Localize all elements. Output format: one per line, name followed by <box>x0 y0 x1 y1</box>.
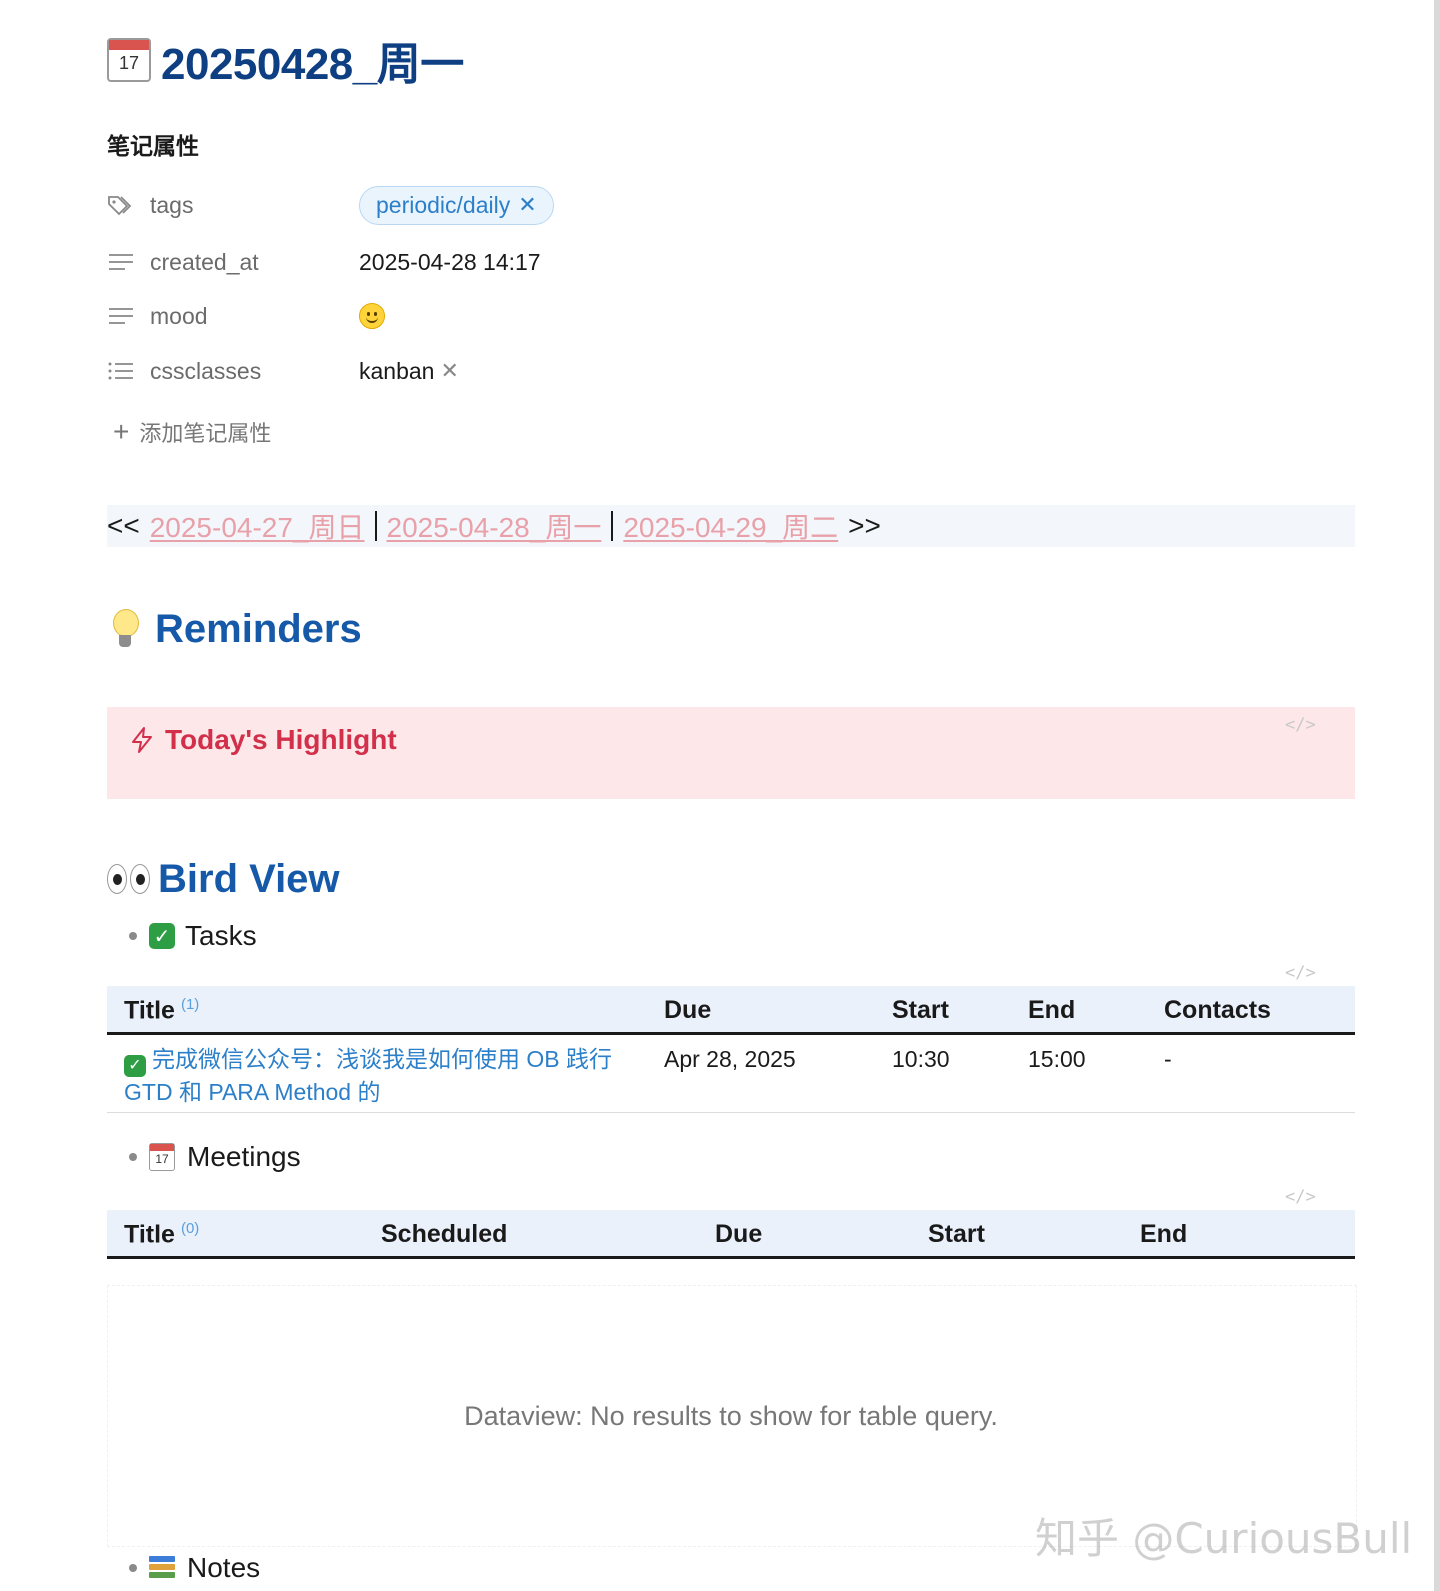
books-icon <box>149 1556 175 1580</box>
bullet-dot <box>129 932 137 940</box>
title-row: 17 20250428_周一 <box>107 30 464 90</box>
calendar-icon: 17 <box>149 1143 175 1171</box>
current-day-link[interactable]: 2025-04-28_周一 <box>387 506 602 546</box>
bullet-dot <box>129 1564 137 1572</box>
properties-heading[interactable]: 笔记属性 <box>107 127 199 161</box>
task-due: Apr 28, 2025 <box>664 1046 796 1072</box>
light-bulb-icon <box>107 607 143 651</box>
column-header-start[interactable]: Start <box>892 996 949 1025</box>
smiling-face-icon <box>359 303 385 329</box>
remove-tag-icon[interactable]: ✕ <box>518 192 536 218</box>
watermark: 知乎 @CuriousBull <box>1035 1514 1413 1563</box>
check-mark-icon: ✓ <box>149 923 175 949</box>
table-header: Title (0) Scheduled Due Start End <box>107 1210 1355 1259</box>
property-value[interactable]: kanban ✕ <box>359 358 459 385</box>
column-header-due[interactable]: Due <box>715 1220 762 1249</box>
meetings-list-item[interactable]: 17 Meetings <box>129 1141 301 1173</box>
text-lines-icon <box>107 305 135 327</box>
column-header-end[interactable]: End <box>1028 996 1075 1025</box>
tag-pill[interactable]: periodic/daily ✕ <box>359 185 554 225</box>
note-content: 17 20250428_周一 笔记属性 tags periodic/daily … <box>107 0 1357 1591</box>
task-contacts: - <box>1164 1046 1172 1072</box>
column-header-scheduled[interactable]: Scheduled <box>381 1220 507 1249</box>
bird-view-heading-row: Bird View <box>107 854 340 904</box>
task-start: 10:30 <box>892 1046 950 1072</box>
result-count: (1) <box>180 996 200 1013</box>
notes-list-item[interactable]: Notes <box>129 1552 260 1584</box>
property-key[interactable]: created_at <box>150 249 359 276</box>
property-key[interactable]: tags <box>150 192 359 219</box>
add-property-button[interactable]: + 添加笔记属性 <box>113 416 271 448</box>
column-header-start[interactable]: Start <box>928 1220 985 1249</box>
property-value[interactable]: periodic/daily ✕ <box>359 185 554 225</box>
list-icon <box>107 360 135 382</box>
bird-view-heading[interactable]: Bird View <box>158 857 340 902</box>
property-row-cssclasses: cssclasses kanban ✕ <box>107 353 907 389</box>
callout-title: Today's Highlight <box>129 724 397 756</box>
column-header-title[interactable]: Title (0) <box>124 1220 199 1249</box>
next-day-link[interactable]: 2025-04-29_周二 <box>623 506 838 546</box>
edit-code-block-icon[interactable]: </> <box>1285 715 1316 735</box>
text-lines-icon <box>107 251 135 273</box>
meetings-table: Title (0) Scheduled Due Start End <box>107 1210 1355 1259</box>
property-value[interactable] <box>359 303 385 329</box>
bullet-dot <box>129 1153 137 1161</box>
daily-nav-bar: << 2025-04-27_周日 2025-04-28_周一 2025-04-2… <box>107 505 1355 547</box>
property-key[interactable]: cssclasses <box>150 358 359 385</box>
column-header-contacts[interactable]: Contacts <box>1164 996 1271 1025</box>
prev-day-link[interactable]: 2025-04-27_周日 <box>150 506 365 546</box>
eyes-icon <box>107 864 150 894</box>
reminders-heading-row: Reminders <box>107 604 362 654</box>
add-property-label: 添加笔记属性 <box>139 421 272 446</box>
tasks-table: Title (1) Due Start End Contacts ✓ 完成微信公众号… <box>107 986 1355 1113</box>
callout-title-text: Today's Highlight <box>165 724 397 755</box>
property-value[interactable]: 2025-04-28 14:17 <box>359 249 541 276</box>
column-header-end[interactable]: End <box>1140 1220 1187 1249</box>
tasks-label: Tasks <box>185 920 257 951</box>
cssclass-label: kanban <box>359 357 435 384</box>
column-header-due[interactable]: Due <box>664 996 711 1025</box>
property-row-mood: mood <box>107 298 907 334</box>
meetings-label: Meetings <box>187 1141 301 1172</box>
notes-label: Notes <box>187 1552 261 1583</box>
plus-icon: + <box>113 416 130 447</box>
tags-icon <box>107 194 135 216</box>
prev-arrow: << <box>107 510 140 541</box>
property-row-tags: tags periodic/daily ✕ <box>107 185 907 225</box>
tag-label: periodic/daily <box>376 191 511 218</box>
property-key[interactable]: mood <box>150 303 359 330</box>
next-arrow: >> <box>848 510 881 541</box>
page-title[interactable]: 20250428_周一 <box>161 28 464 92</box>
table-header: Title (1) Due Start End Contacts <box>107 986 1355 1035</box>
column-header-title[interactable]: Title (1) <box>124 996 199 1025</box>
todays-highlight-callout[interactable]: Today's Highlight </> <box>107 707 1355 799</box>
calendar-icon: 17 <box>107 38 151 82</box>
table-row: ✓ 完成微信公众号：浅谈我是如何使用 OB 践行 GTD 和 PARA Metho… <box>107 1035 1355 1113</box>
empty-results-message: Dataview: No results to show for table q… <box>464 1401 998 1431</box>
nav-separator <box>374 511 377 541</box>
nav-separator <box>611 511 614 541</box>
window-edge <box>1434 0 1440 1591</box>
task-end: 15:00 <box>1028 1046 1086 1072</box>
property-row-created-at: created_at 2025-04-28 14:17 <box>107 244 907 280</box>
reminders-heading[interactable]: Reminders <box>155 607 362 652</box>
edit-code-block-icon[interactable]: </> <box>1285 1187 1316 1207</box>
task-title-link[interactable]: ✓ 完成微信公众号：浅谈我是如何使用 OB 践行 GTD 和 PARA Metho… <box>124 1044 644 1108</box>
lightning-icon <box>132 727 152 753</box>
remove-cssclass-icon[interactable]: ✕ <box>440 358 458 384</box>
tasks-list-item[interactable]: ✓ Tasks <box>129 920 257 952</box>
check-mark-icon: ✓ <box>124 1054 146 1077</box>
result-count: (0) <box>180 1220 200 1237</box>
edit-code-block-icon[interactable]: </> <box>1285 963 1316 983</box>
